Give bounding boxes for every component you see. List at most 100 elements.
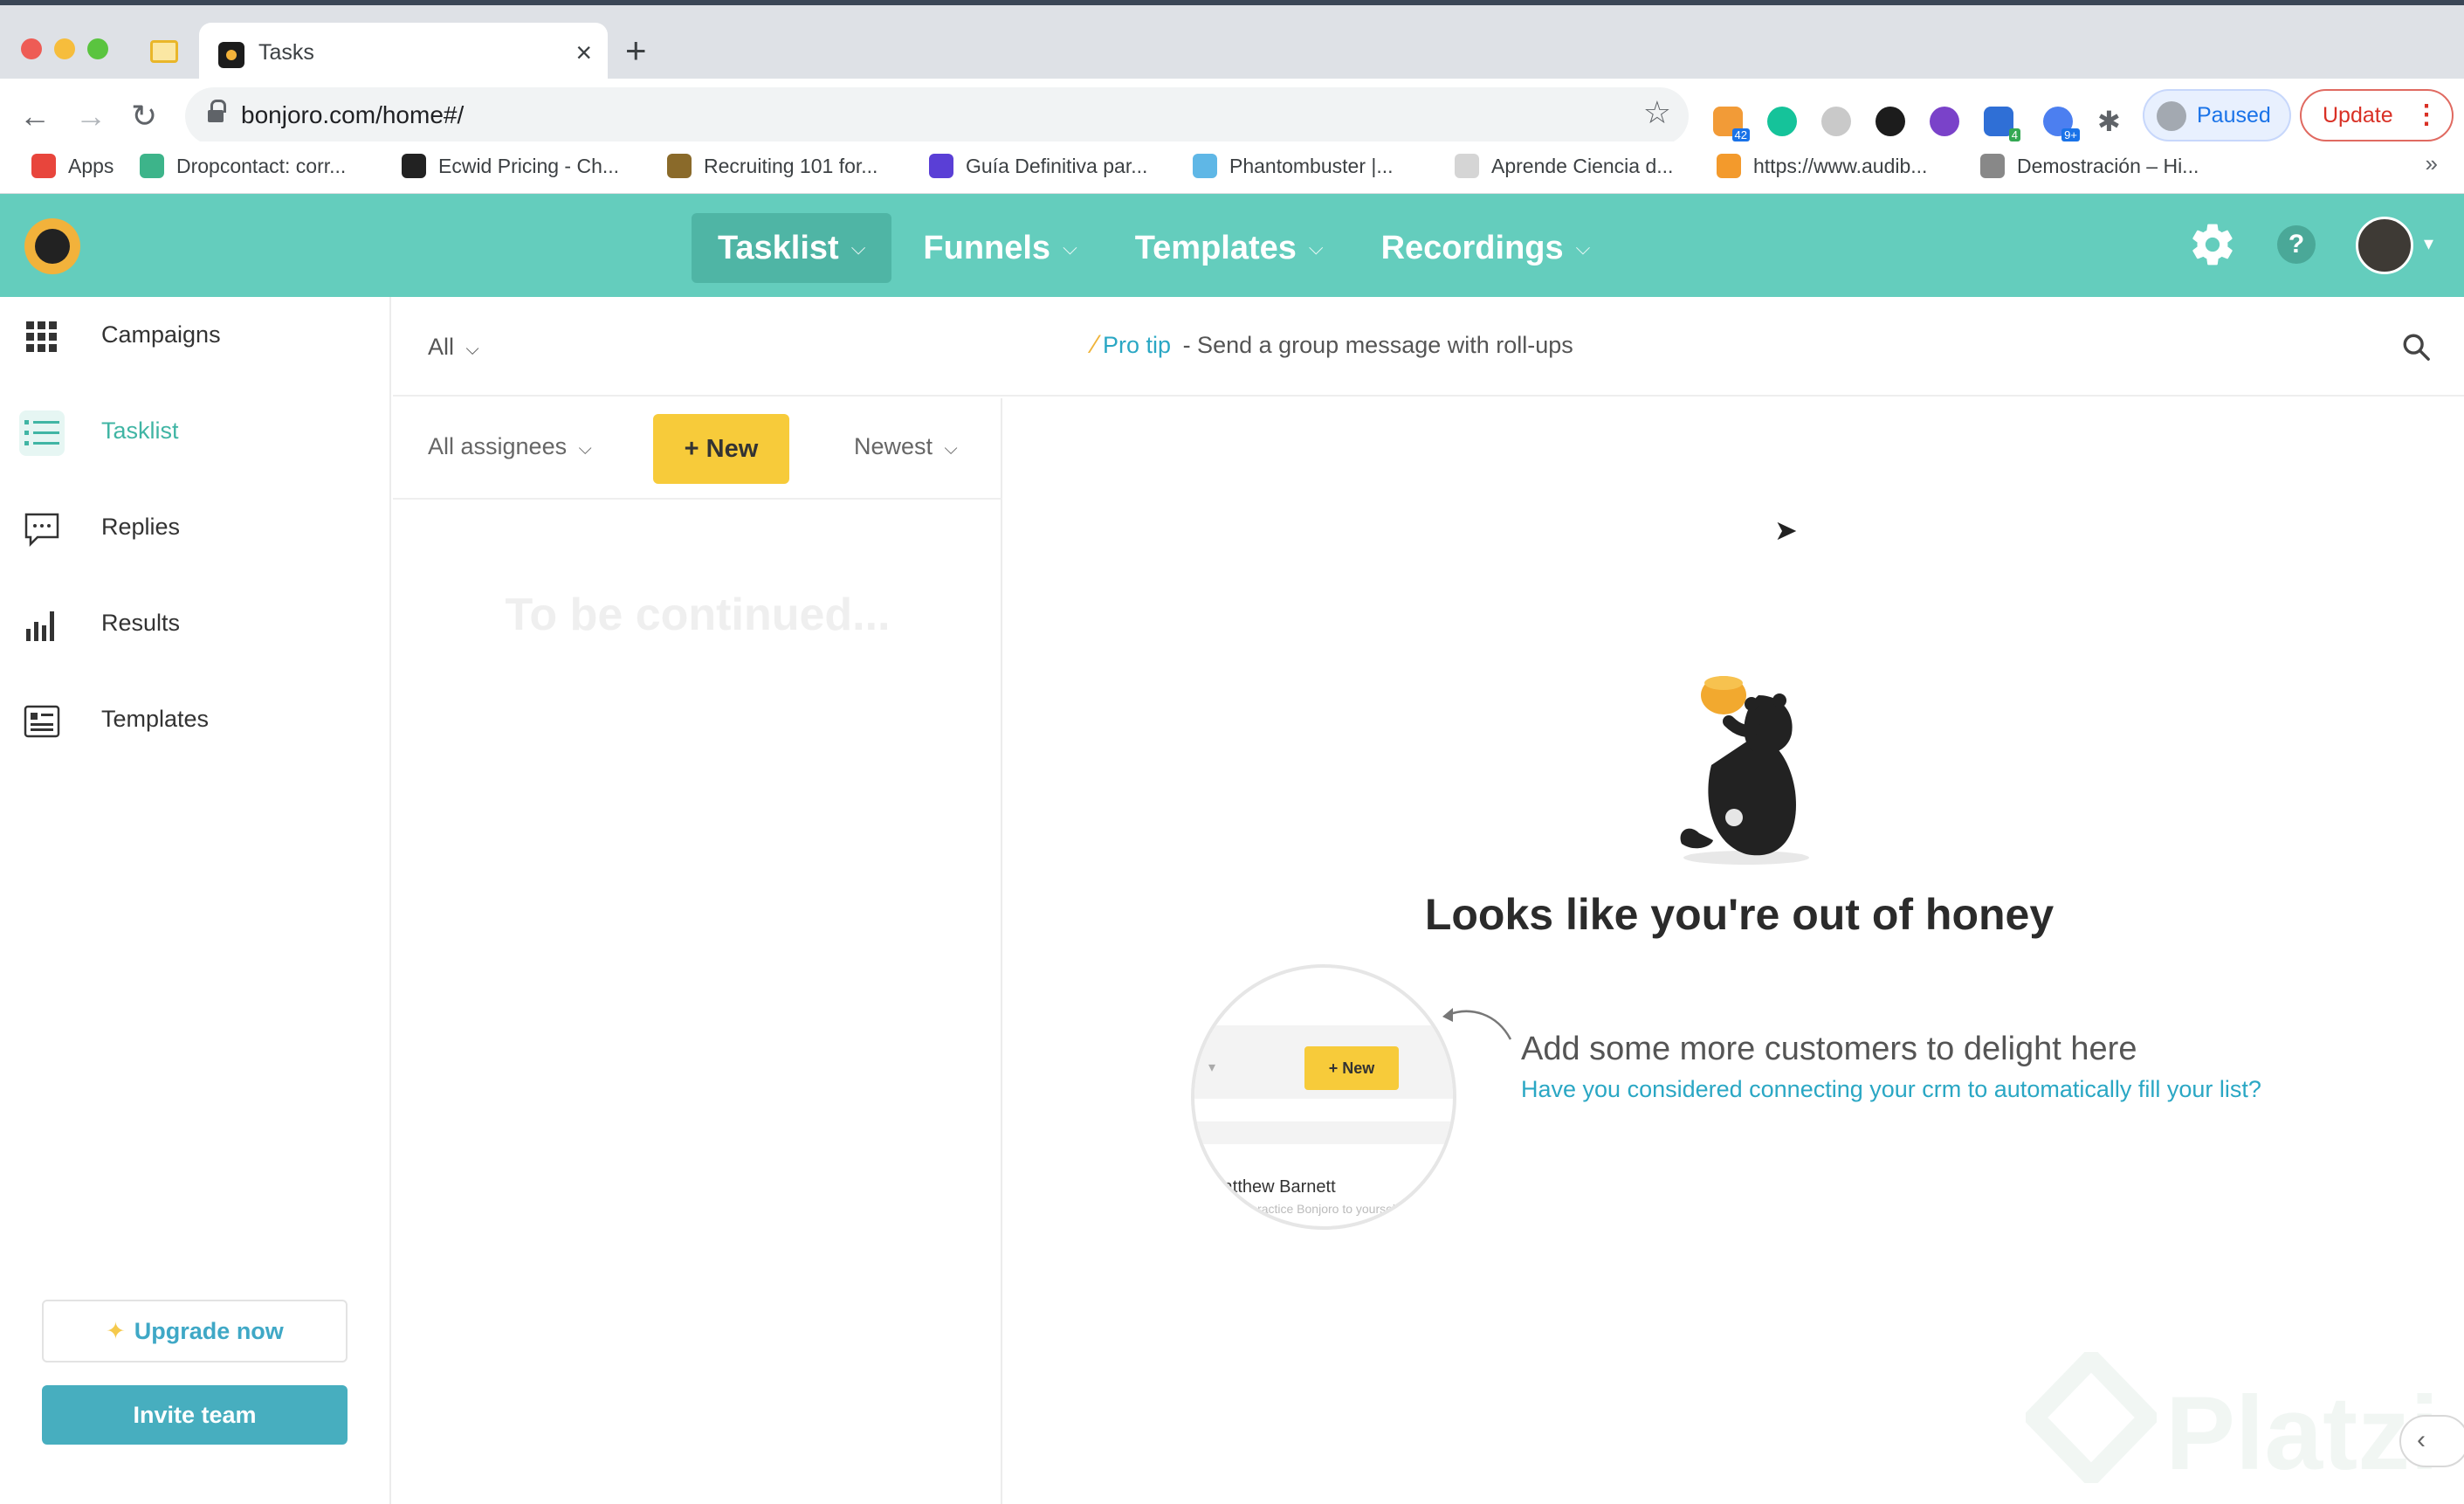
collapse-panel-button[interactable]: ‹	[2399, 1415, 2464, 1467]
bookmark-item[interactable]: https://www.audib...	[1717, 148, 1927, 183]
nav-funnels[interactable]: Funnels ⌵	[897, 213, 1103, 283]
bonjoro-extension-icon[interactable]	[1876, 107, 1905, 136]
avatar-chevron-down-icon[interactable]: ▾	[2424, 232, 2433, 255]
tab-group-icon[interactable]	[150, 40, 178, 63]
scope-dropdown[interactable]: All ⌵	[428, 334, 479, 361]
bookmark-item[interactable]: Recruiting 101 for...	[667, 148, 878, 183]
bookmark-label: Apps	[68, 154, 114, 177]
audible-icon	[1717, 154, 1741, 178]
chevron-down-icon: ⌵	[1063, 237, 1077, 259]
chevron-down-icon: ⌵	[944, 439, 958, 459]
bookmark-item[interactable]: Guía Definitiva par...	[929, 148, 1147, 183]
bookmark-item[interactable]: Apps	[31, 148, 114, 183]
sidebar-item-label: Results	[101, 610, 181, 636]
settings-gear-icon[interactable]	[2188, 220, 2237, 269]
bookmark-item[interactable]: Demostración – Hi...	[1980, 148, 2199, 183]
main-nav: Tasklist ⌵ Funnels ⌵ Templates ⌵ Recordi…	[692, 213, 1616, 283]
chevron-down-icon: ⌵	[850, 237, 866, 259]
bookmark-label: Guía Definitiva par...	[966, 154, 1148, 177]
update-button[interactable]: Update ⋮	[2300, 89, 2454, 141]
close-window-button[interactable]	[21, 38, 42, 59]
sidebar-item-tasklist[interactable]: Tasklist	[0, 393, 391, 472]
extension-3-icon[interactable]	[1821, 107, 1851, 136]
minimize-window-button[interactable]	[54, 38, 75, 59]
bookmark-item[interactable]: Aprende Ciencia d...	[1455, 148, 1673, 183]
sidebar: Campaigns Tasklist Replies Results Templ…	[0, 297, 391, 1504]
back-arrow-icon[interactable]: ←	[19, 94, 51, 138]
sidebar-item-label: Tasklist	[101, 417, 179, 444]
empty-state-hint: Add some more customers to delight here	[1521, 1031, 2137, 1067]
dev-tools-extension-icon[interactable]: 4	[1984, 107, 2020, 141]
sidebar-item-templates[interactable]: Templates	[0, 681, 391, 760]
bookmark-star-icon[interactable]: ☆	[1643, 94, 1671, 131]
demo-icon	[1980, 154, 2005, 178]
reload-icon[interactable]: ↻	[131, 94, 157, 138]
app-header: Tasklist ⌵ Funnels ⌵ Templates ⌵ Recordi…	[0, 194, 2464, 297]
bookmark-item[interactable]: Dropcontact: corr...	[140, 148, 346, 183]
lock-icon[interactable]	[208, 100, 226, 126]
magic-wand-icon: ⁄	[1093, 330, 1098, 359]
invite-team-button[interactable]: Invite team	[42, 1385, 348, 1445]
upgrade-now-button[interactable]: ✦ Upgrade now	[42, 1300, 348, 1363]
bookmarks-overflow-icon[interactable]: »	[2426, 150, 2438, 177]
empty-list-placeholder: To be continued...	[505, 590, 891, 640]
profile-status-label: Paused	[2197, 103, 2271, 128]
grid-icon	[19, 314, 65, 360]
sidebar-item-campaigns[interactable]: Campaigns	[0, 297, 391, 376]
bookmark-item[interactable]: Phantombuster |...	[1193, 148, 1394, 183]
bookmark-label: Dropcontact: corr...	[176, 154, 347, 177]
bonjoro-favicon-icon	[218, 42, 244, 68]
sparkle-icon: ✦	[106, 1318, 126, 1344]
chevron-down-icon: ⌵	[1308, 237, 1324, 259]
plus-icon: +	[684, 435, 706, 463]
bonjoro-logo-icon[interactable]	[24, 218, 80, 274]
help-icon[interactable]: ?	[2277, 225, 2316, 264]
sidebar-item-replies[interactable]: Replies	[0, 489, 391, 568]
nav-templates[interactable]: Templates ⌵	[1109, 213, 1350, 283]
nav-recordings[interactable]: Recordings ⌵	[1355, 213, 1617, 283]
tab-close-icon[interactable]: ×	[575, 35, 592, 70]
magnifier-contact-subtitle: Send a practice Bonjoro to yourself	[1208, 1202, 1399, 1216]
apps-grid-icon	[31, 154, 56, 178]
mouse-cursor-icon: ➤	[1774, 514, 1798, 546]
extensions-puzzle-icon[interactable]: ✱	[2097, 100, 2121, 143]
bookmark-item[interactable]: Ecwid Pricing - Ch...	[402, 148, 619, 183]
nav-tasklist[interactable]: Tasklist ⌵	[692, 213, 892, 283]
bookmark-label: Demostración – Hi...	[2017, 154, 2199, 177]
extension-1-icon[interactable]: 42	[1713, 107, 1750, 141]
pro-tip-link[interactable]: Pro tip	[1103, 332, 1171, 359]
user-avatar[interactable]	[2356, 217, 2413, 274]
bookmark-label: https://www.audib...	[1753, 154, 1928, 177]
tab-title: Tasks	[258, 40, 314, 65]
nav-recordings-label: Recordings	[1380, 229, 1564, 266]
new-task-button[interactable]: + New	[653, 414, 789, 484]
sidebar-item-label: Replies	[101, 514, 181, 540]
forward-arrow-icon[interactable]: →	[75, 94, 107, 138]
search-icon[interactable]	[2401, 332, 2431, 362]
recruiting-icon	[667, 154, 692, 178]
magnifier-new-button: + New	[1304, 1046, 1399, 1090]
nav-tasklist-label: Tasklist	[718, 229, 839, 266]
extension-6-icon[interactable]: 9+	[2043, 107, 2080, 141]
screen-recorder-icon[interactable]	[1930, 107, 1959, 136]
assignees-dropdown[interactable]: All assignees ⌵	[428, 433, 592, 460]
nav-funnels-label: Funnels	[923, 229, 1051, 266]
profile-paused-button[interactable]: Paused	[2143, 89, 2291, 141]
magnifier-filter-chevron-icon: ▾	[1208, 1060, 1216, 1075]
task-list-toolbar: All assignees ⌵ + New Newest ⌵	[393, 398, 1002, 500]
url-text[interactable]: bonjoro.com/home#/	[241, 101, 464, 129]
pro-tip-text: - Send a group message with roll-ups	[1176, 331, 1573, 358]
aprende-icon	[1455, 154, 1479, 178]
task-list-column: All assignees ⌵ + New Newest ⌵ To be con…	[393, 398, 1002, 1504]
filter-bar: All ⌵ ⁄ Pro tip - Send a group message w…	[393, 297, 2464, 397]
new-tab-button[interactable]: +	[625, 30, 647, 72]
maximize-window-button[interactable]	[87, 38, 108, 59]
connect-crm-link[interactable]: Have you considered connecting your crm …	[1521, 1076, 2261, 1103]
bookmark-label: Ecwid Pricing - Ch...	[438, 154, 620, 177]
browser-tab-tasks[interactable]: Tasks ×	[199, 23, 608, 84]
sort-dropdown[interactable]: Newest ⌵	[854, 433, 958, 460]
template-card-icon	[19, 699, 65, 744]
sidebar-item-results[interactable]: Results	[0, 585, 391, 664]
address-bar[interactable]: bonjoro.com/home#/ ☆	[185, 87, 1689, 145]
grammarly-icon[interactable]	[1767, 107, 1797, 136]
